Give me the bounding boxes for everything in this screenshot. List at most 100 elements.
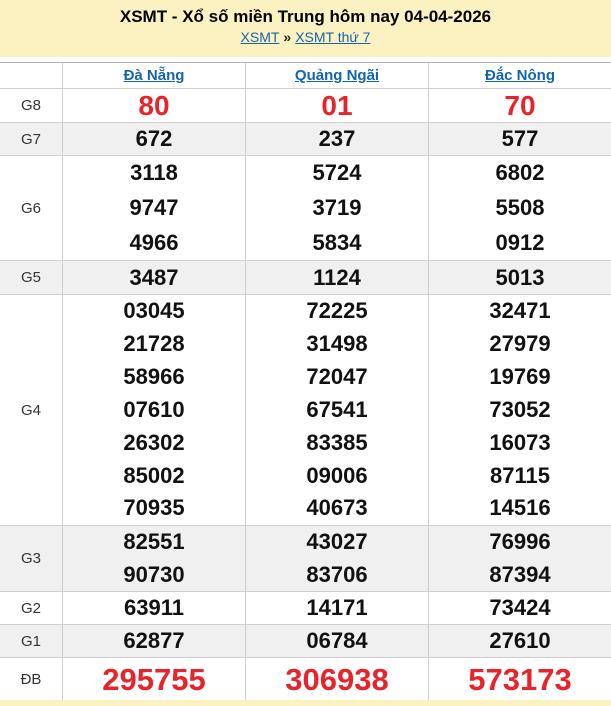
table-row-g7: G7 672 237 577 bbox=[0, 123, 611, 156]
result-number: 16073 bbox=[489, 429, 551, 455]
result-cell-g1-col2: 27610 bbox=[428, 625, 611, 657]
result-number: 4966 bbox=[129, 229, 179, 255]
result-number: 295755 bbox=[102, 661, 206, 697]
row-label-g8: G8 bbox=[20, 97, 41, 114]
bottom-strip bbox=[0, 700, 611, 706]
result-number: 67541 bbox=[306, 396, 368, 422]
result-cell-g4-col2: 32471 27979 19769 73052 16073 87115 14516 bbox=[428, 295, 611, 525]
result-cell-g7-col2: 577 bbox=[428, 123, 611, 155]
row-label-g7: G7 bbox=[20, 130, 41, 148]
column-header-0: Đà Nẵng bbox=[62, 63, 245, 88]
column-header-1: Quảng Ngãi bbox=[245, 63, 428, 88]
result-number: 07610 bbox=[123, 396, 185, 422]
result-cell-g8-col0: 80 bbox=[62, 89, 245, 122]
result-number: 5013 bbox=[495, 264, 545, 290]
row-label-g3: G3 bbox=[20, 550, 41, 567]
result-cell-g6-col2: 6802 5508 0912 bbox=[428, 156, 611, 260]
table-row-g8: G8 80 01 70 bbox=[0, 89, 611, 123]
result-number: 6802 bbox=[495, 160, 545, 186]
result-cell-g8-col1: 01 bbox=[245, 89, 428, 122]
result-number: 43027 bbox=[306, 529, 368, 555]
results-table: Đà Nẵng Quảng Ngãi Đắc Nông G8 80 01 70 G7 672 23… bbox=[0, 62, 611, 701]
result-number: 09006 bbox=[306, 462, 368, 488]
result-number: 9747 bbox=[129, 194, 179, 220]
result-cell-g7-col0: 672 bbox=[62, 123, 245, 155]
result-cell-db-col1: 306938 bbox=[245, 658, 428, 700]
result-cell-g2-col1: 14171 bbox=[245, 592, 428, 624]
result-number: 90730 bbox=[123, 561, 185, 587]
result-cell-g5-col0: 3487 bbox=[62, 261, 245, 294]
row-label-g5: G5 bbox=[20, 269, 41, 286]
row-label-g2: G2 bbox=[20, 599, 41, 617]
result-number: 85002 bbox=[123, 462, 185, 488]
row-label-db: ĐB bbox=[20, 670, 42, 688]
result-number: 21728 bbox=[123, 331, 185, 357]
table-row-g3: G3 82551 90730 43027 83706 76996 87394 bbox=[0, 526, 611, 592]
table-header-row: Đà Nẵng Quảng Ngãi Đắc Nông bbox=[0, 63, 611, 89]
breadcrumb: XSMT» XSMT thứ 7 bbox=[0, 27, 611, 47]
result-number: 5834 bbox=[312, 229, 362, 255]
row-label-g4: G4 bbox=[20, 401, 41, 419]
result-number: 14516 bbox=[489, 495, 551, 521]
result-number: 70935 bbox=[123, 495, 185, 521]
result-cell-g1-col0: 62877 bbox=[62, 625, 245, 657]
result-number: 87394 bbox=[489, 561, 551, 587]
result-number: 3719 bbox=[312, 194, 362, 220]
result-cell-g2-col0: 63911 bbox=[62, 592, 245, 624]
result-number: 03045 bbox=[123, 298, 185, 324]
result-number: 63911 bbox=[124, 595, 184, 620]
table-row-g4: G4 03045 21728 58966 07610 26302 85002 70935 722… bbox=[0, 295, 611, 526]
breadcrumb-separator: » bbox=[283, 29, 292, 45]
result-number: 672 bbox=[135, 126, 173, 151]
result-number: 80 bbox=[138, 89, 170, 121]
table-row-g5: G5 3487 1124 5013 bbox=[0, 261, 611, 295]
column-link-0[interactable]: Đà Nẵng bbox=[124, 67, 185, 84]
result-number: 31498 bbox=[306, 331, 368, 357]
result-cell-g7-col1: 237 bbox=[245, 123, 428, 155]
result-number: 14171 bbox=[306, 595, 368, 620]
result-number: 26302 bbox=[123, 429, 185, 455]
result-number: 73424 bbox=[489, 595, 551, 620]
result-number: 3487 bbox=[129, 264, 179, 290]
table-corner-cell bbox=[0, 63, 62, 88]
result-number: 32471 bbox=[489, 298, 551, 324]
result-cell-g3-col1: 43027 83706 bbox=[245, 526, 428, 591]
result-cell-g1-col1: 06784 bbox=[245, 625, 428, 657]
table-row-g1: G1 62877 06784 27610 bbox=[0, 625, 611, 658]
result-number: 73052 bbox=[489, 396, 551, 422]
result-number: 72225 bbox=[306, 298, 368, 324]
breadcrumb-link-xsmt-thu7[interactable]: XSMT thứ 7 bbox=[295, 29, 370, 45]
result-cell-g3-col0: 82551 90730 bbox=[62, 526, 245, 591]
result-number: 76996 bbox=[489, 529, 551, 555]
result-number: 577 bbox=[501, 126, 539, 151]
result-cell-g3-col2: 76996 87394 bbox=[428, 526, 611, 591]
result-number: 1124 bbox=[313, 264, 361, 290]
result-number: 70 bbox=[504, 89, 536, 121]
table-row-g6: G6 3118 9747 4966 5724 3719 5834 6802 5508 0912 bbox=[0, 156, 611, 261]
result-cell-g5-col2: 5013 bbox=[428, 261, 611, 294]
result-number: 27979 bbox=[489, 331, 551, 357]
result-cell-g8-col2: 70 bbox=[428, 89, 611, 122]
result-number: 306938 bbox=[285, 661, 389, 697]
result-number: 01 bbox=[321, 89, 353, 121]
column-link-1[interactable]: Quảng Ngãi bbox=[295, 67, 379, 84]
result-cell-g2-col2: 73424 bbox=[428, 592, 611, 624]
result-number: 5724 bbox=[312, 160, 362, 186]
result-number: 72047 bbox=[306, 364, 368, 390]
result-number: 58966 bbox=[123, 364, 185, 390]
row-label-g6: G6 bbox=[20, 199, 41, 217]
result-cell-g6-col0: 3118 9747 4966 bbox=[62, 156, 245, 260]
result-cell-g5-col1: 1124 bbox=[245, 261, 428, 294]
result-number: 83706 bbox=[306, 561, 368, 587]
breadcrumb-link-xsmt[interactable]: XSMT bbox=[241, 29, 280, 45]
result-number: 40673 bbox=[306, 495, 368, 521]
result-number: 0912 bbox=[495, 229, 545, 255]
result-cell-g4-col1: 72225 31498 72047 67541 83385 09006 40673 bbox=[245, 295, 428, 525]
result-number: 62877 bbox=[123, 628, 185, 653]
column-link-2[interactable]: Đắc Nông bbox=[485, 67, 555, 84]
result-number: 573173 bbox=[468, 661, 572, 697]
result-cell-db-col2: 573173 bbox=[428, 658, 611, 700]
row-label-g1: G1 bbox=[20, 632, 41, 650]
result-cell-db-col0: 295755 bbox=[62, 658, 245, 700]
result-number: 82551 bbox=[123, 529, 185, 555]
